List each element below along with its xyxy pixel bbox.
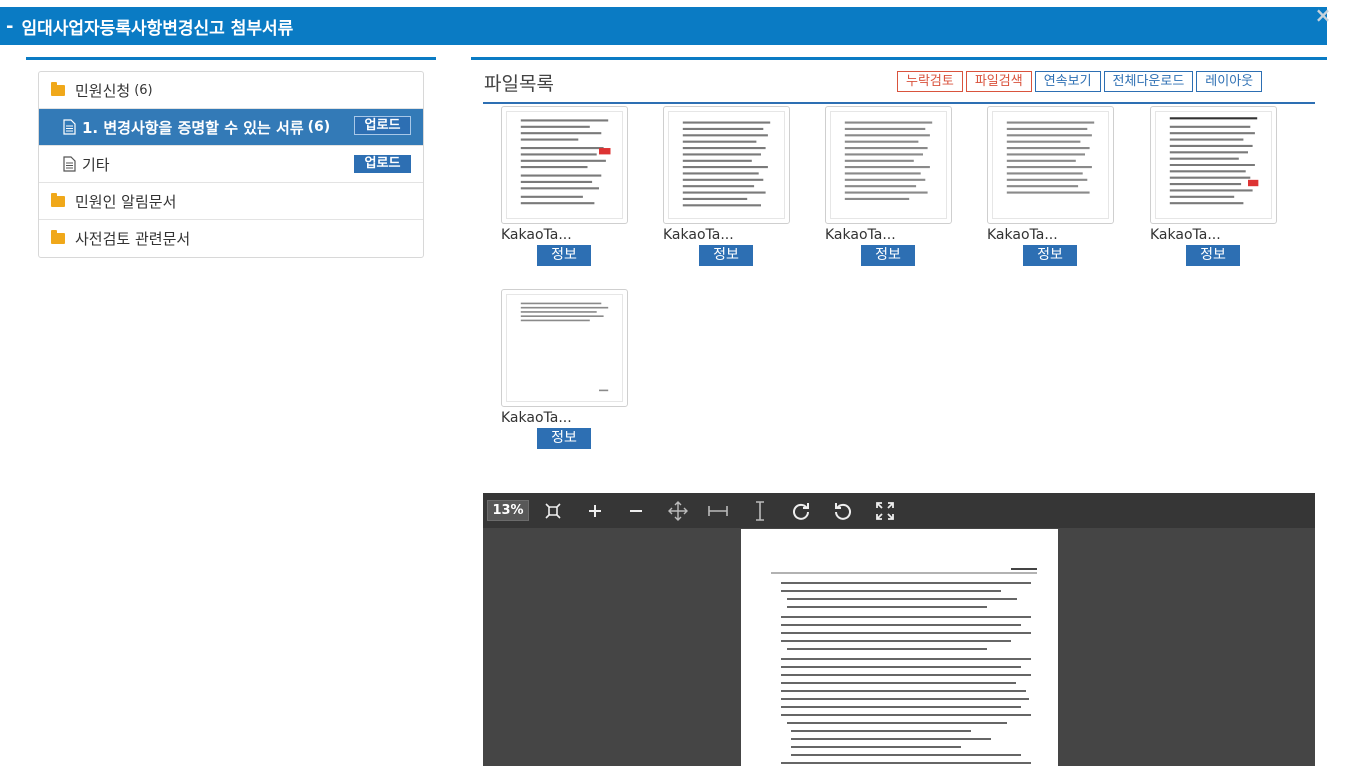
tree-item-label: 기타 (82, 155, 110, 174)
zoom-out-icon[interactable] (624, 499, 648, 523)
tree-folder-label: 사전검토 관련문서 (75, 230, 191, 248)
file-thumbnail[interactable] (501, 289, 628, 407)
fullscreen-icon[interactable] (873, 499, 897, 523)
file-info-button[interactable]: 정보 (537, 428, 591, 449)
file-info-button[interactable]: 정보 (861, 245, 915, 266)
document-page-content (741, 529, 1058, 766)
tree-folder-label: 민원신청 (75, 81, 131, 100)
file-info-button[interactable]: 정보 (699, 245, 753, 266)
file-info-button[interactable]: 정보 (1023, 245, 1077, 266)
file-card: KakaoTa... 정보 (825, 106, 955, 266)
missing-check-button[interactable]: 누락검토 (897, 71, 963, 92)
continuous-view-button[interactable]: 연속보기 (1034, 71, 1101, 92)
download-all-button[interactable]: 전체다운로드 (1103, 71, 1194, 92)
tree-item-count: (6) (307, 119, 331, 135)
file-thumbnail[interactable] (1150, 106, 1277, 224)
document-tree: 민원신청 (6) 1. 변경사항을 증명할 수 있는 서류 (6) 업로드 기타… (38, 71, 424, 258)
file-name: KakaoTa... (501, 410, 572, 426)
file-search-button[interactable]: 파일검색 (965, 71, 1032, 92)
file-name: KakaoTa... (825, 227, 896, 243)
document-viewer: 13% (483, 493, 1315, 766)
file-thumbnail[interactable] (663, 106, 790, 224)
tree-folder-notice[interactable]: 민원인 알림문서 (39, 183, 423, 220)
file-name: KakaoTa... (1150, 227, 1221, 243)
document-page (741, 529, 1058, 766)
fit-width-icon[interactable] (706, 499, 730, 523)
zoom-in-icon[interactable] (583, 499, 607, 523)
file-card: KakaoTa... 정보 (987, 106, 1117, 266)
viewer-toolbar: 13% (483, 493, 1315, 528)
file-card: KakaoTa... 정보 (1150, 106, 1280, 266)
file-name: KakaoTa... (663, 227, 734, 243)
tree-folder-apply[interactable]: 민원신청 (6) (39, 72, 423, 109)
file-list-title: 파일목록 (484, 73, 554, 95)
file-info-button[interactable]: 정보 (1186, 245, 1240, 266)
window-title-bar: - 임대사업자등록사항변경신고 첨부서류 (0, 7, 1327, 45)
file-thumbnail[interactable] (825, 106, 952, 224)
tree-item-change-documents[interactable]: 1. 변경사항을 증명할 수 있는 서류 (6) 업로드 (39, 109, 423, 146)
document-icon (63, 119, 76, 135)
fit-page-icon[interactable] (541, 499, 565, 523)
file-list-divider (483, 102, 1315, 104)
collapse-icon[interactable]: - (6, 16, 13, 37)
file-name: KakaoTa... (501, 227, 572, 243)
tree-item-label: 1. 변경사항을 증명할 수 있는 서류 (82, 118, 304, 137)
right-panel-divider (471, 57, 1327, 60)
file-info-button[interactable]: 정보 (537, 245, 591, 266)
file-thumbnail[interactable] (501, 106, 628, 224)
tree-folder-count: (6) (134, 82, 153, 98)
tree-item-other[interactable]: 기타 업로드 (39, 146, 423, 183)
tree-folder-label: 민원인 알림문서 (75, 192, 177, 211)
rotate-counterclockwise-icon[interactable] (831, 499, 855, 523)
close-icon[interactable]: × (1313, 5, 1333, 25)
folder-icon (51, 230, 65, 244)
window-title: 임대사업자등록사항변경신고 첨부서류 (21, 18, 294, 39)
fit-height-icon[interactable] (748, 499, 772, 523)
fit-both-icon[interactable] (666, 499, 690, 523)
document-icon (63, 156, 76, 172)
file-card: KakaoTa... 정보 (501, 106, 631, 266)
layout-button[interactable]: 레이아웃 (1196, 71, 1263, 92)
file-card: KakaoTa... 정보 (501, 289, 631, 449)
folder-icon (51, 192, 65, 207)
upload-button[interactable]: 업로드 (354, 116, 411, 135)
file-card: KakaoTa... 정보 (663, 106, 793, 266)
upload-button[interactable]: 업로드 (354, 155, 411, 173)
file-thumbnail[interactable] (987, 106, 1114, 224)
file-name: KakaoTa... (987, 227, 1058, 243)
rotate-clockwise-icon[interactable] (789, 499, 813, 523)
zoom-level[interactable]: 13% (487, 500, 529, 521)
folder-icon (51, 81, 65, 96)
tree-folder-review[interactable]: 사전검토 관련문서 (39, 220, 423, 257)
left-panel-divider (26, 57, 436, 60)
file-list-toolbar: 누락검토 파일검색 연속보기 전체다운로드 레이아웃 (897, 71, 1263, 92)
